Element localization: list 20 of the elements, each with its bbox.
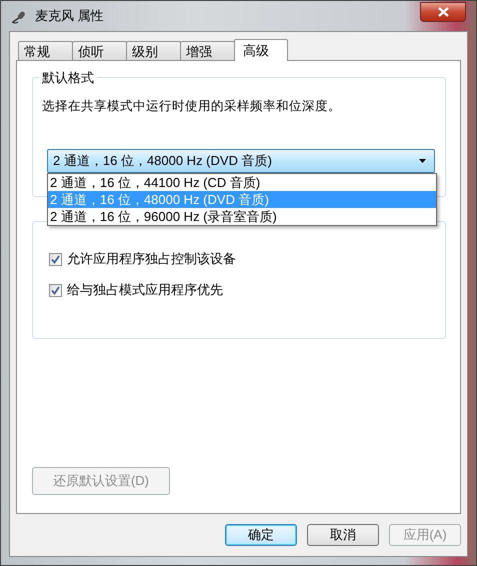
tab[interactable]: 常规 <box>18 41 73 60</box>
dialog-button[interactable]: 取消 <box>307 524 379 546</box>
group-title: 默认格式 <box>39 69 97 87</box>
close-button[interactable] <box>420 2 466 22</box>
format-dropdown[interactable]: 2 通道，16 位，48000 Hz (DVD 音质) <box>47 149 435 173</box>
checkbox-label: 允许应用程序独占控制该设备 <box>67 250 236 268</box>
description-text: 选择在共享模式中运行时使用的采样频率和位深度。 <box>42 98 341 115</box>
checkbox-label: 给与独占模式应用程序优先 <box>67 281 223 299</box>
close-icon <box>438 7 448 17</box>
tab[interactable]: 增强 <box>180 41 235 60</box>
dropdown-arrow-icon <box>419 159 426 163</box>
tab[interactable]: 级别 <box>126 41 181 60</box>
window-title: 麦克风 属性 <box>35 7 105 25</box>
dropdown-option[interactable]: 2 通道，16 位，96000 Hz (录音室音质) <box>48 208 436 225</box>
tab[interactable]: 高级 <box>234 39 288 61</box>
checkbox[interactable] <box>49 284 62 296</box>
dialog-button[interactable]: 确定 <box>225 524 297 546</box>
checkbox[interactable] <box>49 252 62 266</box>
tab[interactable]: 侦听 <box>72 41 127 60</box>
dropdown-option[interactable]: 2 通道，16 位，44100 Hz (CD 音质) <box>48 174 436 191</box>
